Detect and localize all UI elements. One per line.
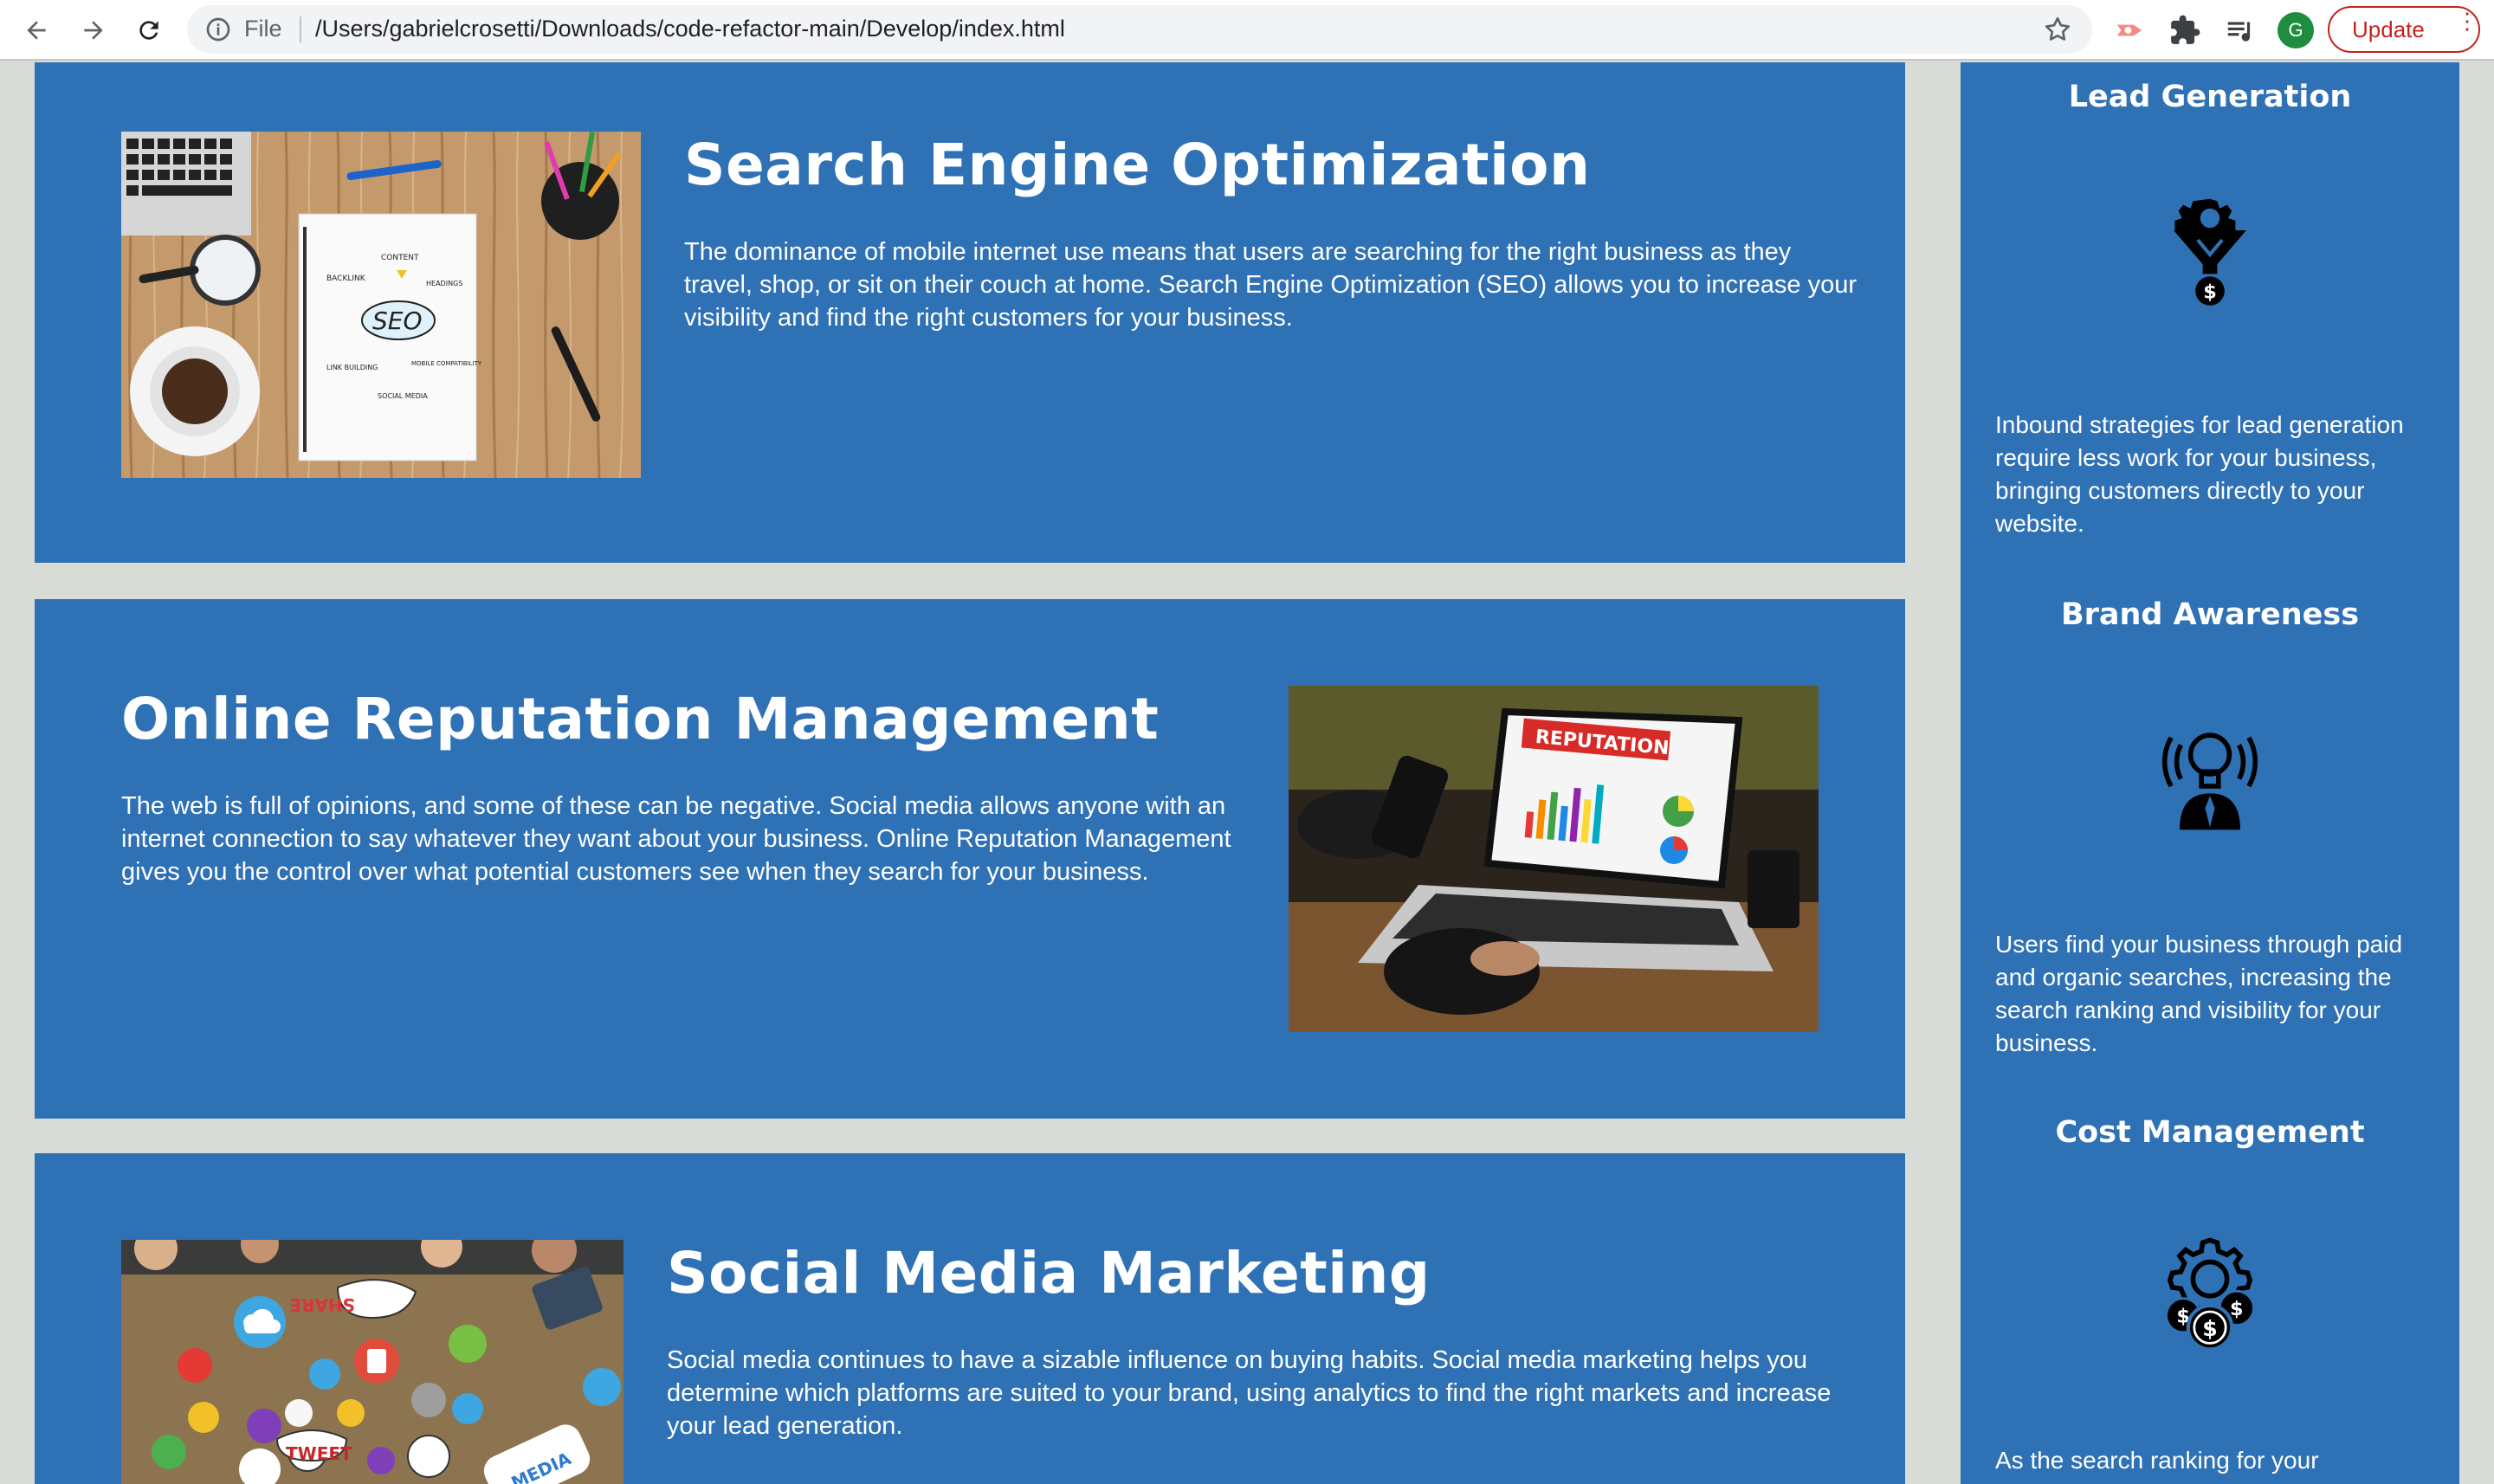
info-icon[interactable] bbox=[204, 16, 232, 43]
address-bar[interactable]: File /Users/gabrielcrosetti/Downloads/co… bbox=[187, 5, 2092, 54]
url-scheme: File bbox=[244, 16, 282, 42]
arrow-right-icon bbox=[84, 21, 103, 40]
benefit-description: Users find your business through paid an… bbox=[1995, 931, 2403, 1056]
more-vertical-icon[interactable]: ⋮ bbox=[2456, 10, 2478, 32]
service-seo: CONTENT BACKLINK HEADINGS SEO LINK BUILD… bbox=[35, 62, 1905, 563]
svg-text:$: $ bbox=[2203, 281, 2217, 303]
url-divider bbox=[300, 16, 301, 42]
service-title: Online Reputation Management bbox=[121, 686, 1160, 752]
seo-label-headings: HEADINGS bbox=[426, 280, 462, 287]
svg-text:$: $ bbox=[2202, 1316, 2218, 1341]
seo-label-content: CONTENT bbox=[381, 254, 419, 262]
benefit-title: Cost Management bbox=[2055, 1115, 2365, 1150]
reputation-image: REPUTATION bbox=[1289, 686, 1819, 1032]
social-label-share: SHARE bbox=[289, 1294, 355, 1315]
service-description: The dominance of mobile internet use mea… bbox=[684, 238, 1857, 332]
benefits-sidebar: Lead Generation $ Inbound strategies for… bbox=[1961, 62, 2459, 1484]
seo-label-link-building: LINK BUILDING bbox=[326, 364, 378, 371]
reload-button[interactable] bbox=[130, 11, 168, 49]
bookmark-star-icon[interactable] bbox=[2042, 14, 2073, 45]
service-social-media: SHARE TWEET MEDIA Social Media Marketing… bbox=[35, 1153, 1905, 1484]
extensions-puzzle-icon[interactable] bbox=[2168, 14, 2201, 47]
social-media-illustration: SHARE TWEET MEDIA bbox=[121, 1240, 624, 1484]
gear-dollar-icon: $ $ $ bbox=[2165, 1237, 2255, 1352]
benefit-description: As the search ranking for your bbox=[1995, 1447, 2319, 1474]
benefit-title: Lead Generation bbox=[2068, 80, 2352, 114]
back-button[interactable] bbox=[17, 11, 55, 49]
seo-label-seo: SEO bbox=[372, 306, 423, 335]
reload-icon bbox=[139, 21, 158, 40]
url-text[interactable]: /Users/gabrielcrosetti/Downloads/code-re… bbox=[315, 16, 1065, 42]
profile-avatar[interactable]: G bbox=[2278, 12, 2314, 48]
seo-label-mobile: MOBILE COMPATIBILITY bbox=[411, 360, 482, 367]
seo-label-social: SOCIAL MEDIA bbox=[378, 392, 428, 400]
reading-list-icon[interactable] bbox=[2224, 14, 2257, 47]
service-title: Social Media Marketing bbox=[667, 1240, 1431, 1307]
lightbulb-broadcast-icon bbox=[2161, 732, 2258, 830]
update-button[interactable]: Update ⋮ bbox=[2328, 6, 2480, 53]
social-label-tweet: TWEET bbox=[286, 1443, 352, 1464]
service-reputation: Online Reputation Management The web is … bbox=[35, 599, 1905, 1119]
arrow-left-icon bbox=[27, 21, 46, 40]
reputation-illustration: REPUTATION bbox=[1289, 686, 1819, 1032]
service-description: The web is full of opinions, and some of… bbox=[121, 792, 1231, 886]
seo-illustration: CONTENT BACKLINK HEADINGS SEO LINK BUILD… bbox=[121, 132, 641, 478]
service-description: Social media continues to have a sizable… bbox=[667, 1346, 1832, 1440]
social-media-image: SHARE TWEET MEDIA bbox=[121, 1240, 624, 1484]
funnel-dollar-icon: $ bbox=[2174, 198, 2246, 306]
seo-label-backlink: BACKLINK bbox=[326, 274, 366, 283]
seo-image: CONTENT BACKLINK HEADINGS SEO LINK BUILD… bbox=[121, 132, 641, 478]
service-title: Search Engine Optimization bbox=[684, 132, 1591, 198]
update-label: Update bbox=[2352, 16, 2425, 42]
benefit-description: Inbound strategies for lead generation r… bbox=[1995, 411, 2404, 537]
extension-record-icon[interactable] bbox=[2113, 14, 2146, 47]
svg-text:$: $ bbox=[2230, 1298, 2244, 1320]
browser-toolbar: File /Users/gabrielcrosetti/Downloads/co… bbox=[0, 0, 2494, 61]
benefit-title: Brand Awareness bbox=[2060, 597, 2360, 632]
forward-button[interactable] bbox=[74, 11, 113, 49]
